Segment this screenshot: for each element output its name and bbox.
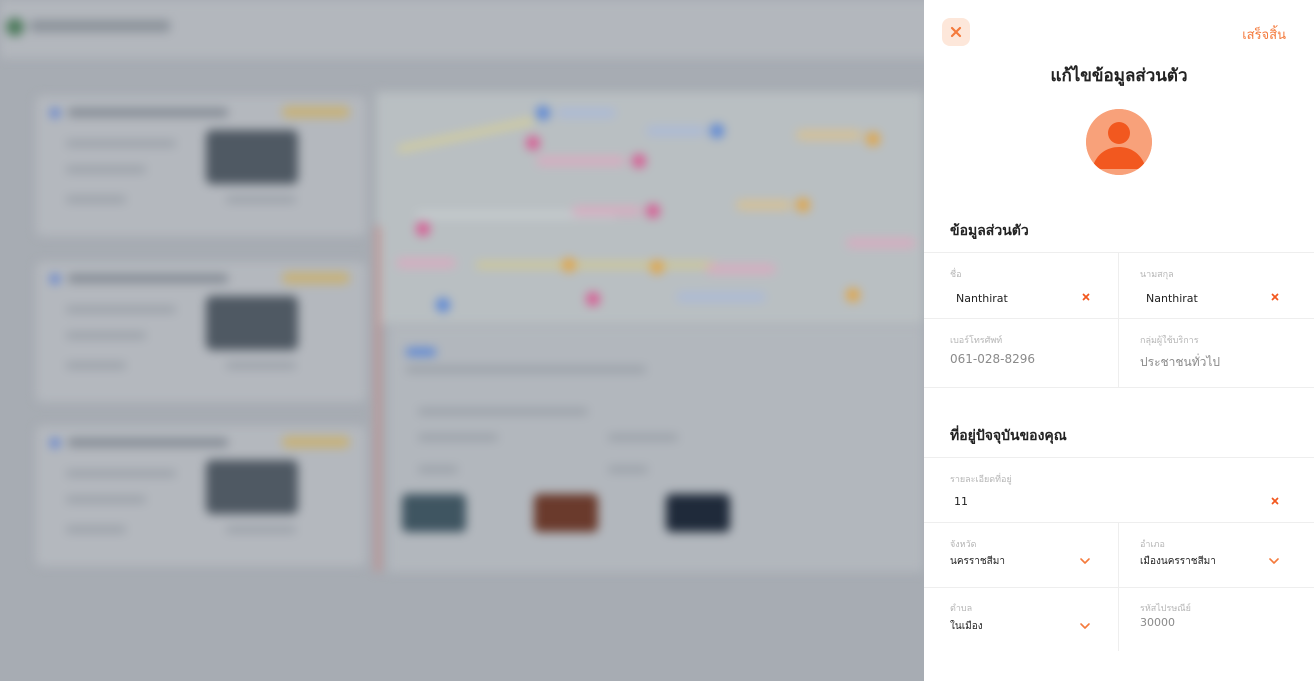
address-detail-input[interactable]: 11 [954,495,968,508]
address-section-title: ที่อยู่ปัจจุบันของคุณ [950,428,1067,444]
background-detail [388,326,924,572]
district-select[interactable]: เมืองนครราชสีมา [1140,554,1216,569]
clear-icon [1271,293,1279,301]
clear-address-detail-button[interactable] [1270,496,1280,506]
chevron-down-icon [1269,558,1279,564]
phone-value: 061-028-8296 [950,352,1036,366]
divider [924,318,1314,319]
done-button[interactable]: เสร็จสิ้น [1242,24,1286,45]
chevron-down-icon [1080,623,1090,629]
divider [924,587,1314,588]
user-avatar-icon [1086,109,1152,175]
postal-code-value: 30000 [1140,616,1175,629]
province-dropdown-toggle[interactable] [1079,557,1091,565]
divider [924,252,1314,253]
province-select[interactable]: นครราชสีมา [950,554,1005,569]
last-name-input[interactable]: Nanthirat [1146,292,1198,305]
first-name-input[interactable]: Nanthirat [956,292,1008,305]
clear-first-name-button[interactable] [1081,292,1091,302]
divider [924,387,1314,388]
background-card [36,426,366,566]
first-name-label: ชื่อ [950,270,962,280]
subdistrict-dropdown-toggle[interactable] [1079,622,1091,630]
close-icon [950,26,962,38]
background-divider [376,226,380,572]
address-detail-label: รายละเอียดที่อยู่ [950,475,1012,485]
phone-label: เบอร์โทรศัพท์ [950,336,1003,346]
background-logo [6,18,24,36]
district-label: อำเภอ [1140,540,1165,550]
user-group-label: กลุ่มผู้ใช้บริการ [1140,336,1199,346]
edit-profile-panel: เสร็จสิ้น แก้ไขข้อมูลส่วนตัว ข้อมูลส่วนต… [924,0,1314,681]
divider [924,457,1314,458]
postal-code-label: รหัสไปรษณีย์ [1140,604,1191,614]
clear-icon [1271,497,1279,505]
background-card [36,262,366,402]
avatar[interactable] [1086,109,1152,175]
background-map [376,92,924,324]
divider [1118,253,1119,387]
subdistrict-label: ตำบล [950,604,973,614]
clear-icon [1082,293,1090,301]
background-logo-text [30,20,170,32]
close-button[interactable] [942,18,970,46]
page-title: แก้ไขข้อมูลส่วนตัว [1050,66,1188,86]
province-label: จังหวัด [950,540,977,550]
user-group-value: ประชาชนทั่วไป [1140,355,1221,369]
clear-last-name-button[interactable] [1270,292,1280,302]
district-dropdown-toggle[interactable] [1268,557,1280,565]
chevron-down-icon [1080,558,1090,564]
personal-section-title: ข้อมูลส่วนตัว [950,223,1029,239]
last-name-label: นามสกุล [1140,270,1174,280]
background-card [36,96,366,236]
divider [924,522,1314,523]
subdistrict-select[interactable]: ในเมือง [950,619,983,634]
